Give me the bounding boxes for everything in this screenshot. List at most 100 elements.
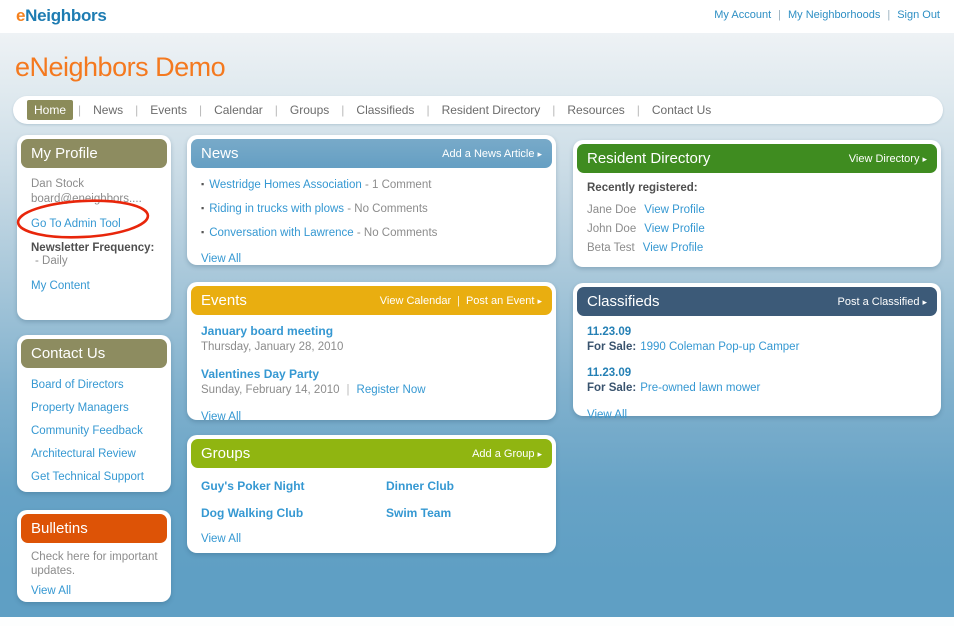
nav-contact-us[interactable]: Contact Us bbox=[645, 100, 718, 120]
nav-resident-directory[interactable]: Resident Directory bbox=[435, 100, 548, 120]
event-name-link[interactable]: Valentines Day Party bbox=[201, 367, 319, 381]
my-profile-panel: My Profile Dan Stock board@eneighbors...… bbox=[17, 135, 171, 320]
arrow-icon: ▸ bbox=[537, 448, 542, 459]
bullet-icon: ▪ bbox=[201, 179, 205, 189]
add-a-group-link[interactable]: Add a Group ▸ bbox=[472, 448, 542, 460]
groups-view-all-link[interactable]: View All bbox=[201, 533, 241, 545]
news-item: ▪ Conversation with Lawrence - No Comment… bbox=[201, 225, 543, 240]
profile-email: board@eneighbors.... bbox=[31, 193, 142, 205]
bulletins-header: Bulletins bbox=[21, 514, 167, 543]
nav-groups[interactable]: Groups bbox=[283, 100, 336, 120]
profile-name: Dan Stock bbox=[31, 178, 85, 190]
resident-name: Jane Doe bbox=[587, 204, 637, 216]
classified-date: 11.23.09 bbox=[587, 326, 632, 338]
groups-header: Groups Add a Group ▸ bbox=[191, 439, 552, 468]
bulletins-title: Bulletins bbox=[31, 520, 88, 537]
post-an-event-link[interactable]: Post an Event bbox=[466, 295, 535, 307]
news-item-link[interactable]: Riding in trucks with plows bbox=[209, 203, 344, 215]
view-calendar-link[interactable]: View Calendar bbox=[380, 295, 451, 307]
separator: | bbox=[346, 384, 350, 396]
nav-home[interactable]: Home bbox=[27, 100, 74, 120]
events-header-actions: View Calendar | Post an Event ▸ bbox=[380, 295, 542, 307]
view-profile-link[interactable]: View Profile bbox=[643, 242, 704, 254]
separator: | bbox=[135, 103, 139, 117]
resident-name: Beta Test bbox=[587, 242, 635, 254]
event-item: January board meeting Thursday, January … bbox=[201, 324, 543, 354]
go-to-admin-tool-link[interactable]: Go To Admin Tool bbox=[31, 218, 121, 230]
event-name-link[interactable]: January board meeting bbox=[201, 324, 333, 338]
nav-news[interactable]: News bbox=[86, 100, 130, 120]
classifieds-view-all-link[interactable]: View All bbox=[587, 409, 627, 421]
footer-strip bbox=[0, 617, 954, 626]
logo-rest: Neighbors bbox=[25, 6, 107, 25]
register-now-link[interactable]: Register Now bbox=[357, 384, 426, 396]
get-technical-support-link[interactable]: Get Technical Support bbox=[31, 471, 158, 483]
arrow-icon: ▸ bbox=[922, 296, 927, 307]
contact-us-header: Contact Us bbox=[21, 339, 167, 368]
classified-item-link[interactable]: Pre-owned lawn mower bbox=[640, 382, 760, 394]
group-link[interactable]: Guy's Poker Night bbox=[201, 479, 386, 493]
logo-e: e bbox=[16, 6, 26, 25]
contact-us-panel: Contact Us Board of Directors Property M… bbox=[17, 335, 171, 492]
news-view-all-link[interactable]: View All bbox=[201, 253, 241, 265]
board-of-directors-link[interactable]: Board of Directors bbox=[31, 379, 158, 391]
classified-date: 11.23.09 bbox=[587, 367, 632, 379]
news-header: News Add a News Article ▸ bbox=[191, 139, 552, 168]
bulletins-panel: Bulletins Check here for important updat… bbox=[17, 510, 171, 602]
news-item-link[interactable]: Westridge Homes Association bbox=[209, 179, 362, 191]
newsletter-frequency-label: Newsletter Frequency: bbox=[31, 242, 155, 254]
groups-panel: Groups Add a Group ▸ Guy's Poker Night Di… bbox=[187, 435, 556, 553]
property-managers-link[interactable]: Property Managers bbox=[31, 402, 158, 414]
separator: | bbox=[341, 103, 345, 117]
resident-name: John Doe bbox=[587, 223, 637, 235]
separator: | bbox=[78, 103, 82, 117]
classified-item-link[interactable]: 1990 Coleman Pop-up Camper bbox=[640, 341, 799, 353]
bulletins-view-all-link[interactable]: View All bbox=[31, 585, 71, 597]
my-neighborhoods-link[interactable]: My Neighborhoods bbox=[788, 9, 880, 21]
page-title: eNeighbors Demo bbox=[15, 52, 226, 82]
news-panel: News Add a News Article ▸ ▪ Westridge Home… bbox=[187, 135, 556, 265]
my-content-link[interactable]: My Content bbox=[31, 280, 90, 292]
news-item-link[interactable]: Conversation with Lawrence bbox=[209, 227, 353, 239]
news-item-comments: - 1 Comment bbox=[361, 179, 432, 191]
eneighbors-logo[interactable]: eNeighbors bbox=[16, 6, 107, 26]
top-bar: eNeighbors My Account | My Neighborhoods | S… bbox=[0, 0, 954, 33]
add-news-article-link[interactable]: Add a News Article ▸ bbox=[442, 148, 542, 160]
news-item: ▪ Westridge Homes Association - 1 Comment bbox=[201, 177, 543, 192]
view-profile-link[interactable]: View Profile bbox=[644, 204, 705, 216]
separator: | bbox=[274, 103, 278, 117]
classified-item: 11.23.09 For Sale: 1990 Coleman Pop-up Ca… bbox=[587, 325, 928, 355]
nav-resources[interactable]: Resources bbox=[560, 100, 631, 120]
resident-row: Beta Test View Profile bbox=[587, 241, 928, 255]
architectural-review-link[interactable]: Architectural Review bbox=[31, 448, 158, 460]
view-directory-link[interactable]: View Directory ▸ bbox=[849, 153, 927, 165]
sign-out-link[interactable]: Sign Out bbox=[897, 9, 940, 21]
separator: | bbox=[778, 9, 781, 21]
events-panel: Events View Calendar | Post an Event ▸ Janu… bbox=[187, 282, 556, 423]
nav-calendar[interactable]: Calendar bbox=[207, 100, 270, 120]
events-title: Events bbox=[201, 292, 247, 309]
news-item-comments: - No Comments bbox=[344, 203, 428, 215]
news-item-comments: - No Comments bbox=[353, 227, 438, 239]
nav-events[interactable]: Events bbox=[143, 100, 194, 120]
group-link[interactable]: Dog Walking Club bbox=[201, 506, 386, 520]
main-navigation: Home | News | Events | Calendar | Groups… bbox=[13, 96, 943, 124]
recently-registered-label: Recently registered: bbox=[587, 182, 698, 194]
nav-classifieds[interactable]: Classifieds bbox=[349, 100, 421, 120]
separator: | bbox=[887, 9, 891, 21]
resident-row: Jane Doe View Profile bbox=[587, 203, 928, 217]
group-link[interactable]: Swim Team bbox=[386, 506, 543, 520]
community-feedback-link[interactable]: Community Feedback bbox=[31, 425, 158, 437]
event-item: Valentines Day Party Sunday, February 14… bbox=[201, 367, 543, 397]
groups-title: Groups bbox=[201, 445, 251, 462]
events-view-all-link[interactable]: View All bbox=[201, 411, 241, 423]
post-a-classified-link[interactable]: Post a Classified ▸ bbox=[838, 296, 927, 308]
my-account-link[interactable]: My Account bbox=[714, 9, 771, 21]
separator: | bbox=[426, 103, 430, 117]
news-item: ▪ Riding in trucks with plows - No Commen… bbox=[201, 201, 543, 216]
groups-list: Guy's Poker Night Dinner Club Dog Walkin… bbox=[201, 479, 543, 520]
view-profile-link[interactable]: View Profile bbox=[644, 223, 705, 235]
group-link[interactable]: Dinner Club bbox=[386, 479, 543, 493]
separator: | bbox=[552, 103, 556, 117]
my-profile-header: My Profile bbox=[21, 139, 167, 168]
